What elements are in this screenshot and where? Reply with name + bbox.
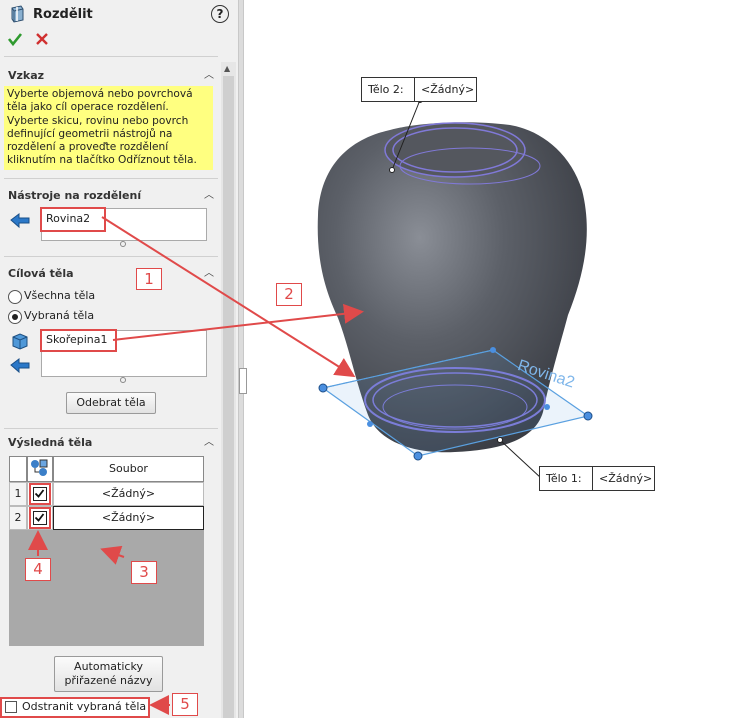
body-1-label: Tělo 1: (546, 472, 582, 485)
body-1-callout[interactable]: Tělo 1: <Žádný> (539, 466, 655, 491)
arrow-to-grid (100, 545, 125, 565)
body-1-value: <Žádný> (592, 467, 652, 490)
graphics-viewport[interactable]: Rovina2 (0, 0, 750, 718)
arrow-to-plane (101, 216, 356, 378)
arrow-to-body (112, 303, 364, 341)
body-2-value: <Žádný> (414, 78, 474, 101)
body-2-callout[interactable]: Tělo 2: <Žádný> (361, 77, 477, 102)
body-2-label: Tělo 2: (368, 83, 404, 96)
